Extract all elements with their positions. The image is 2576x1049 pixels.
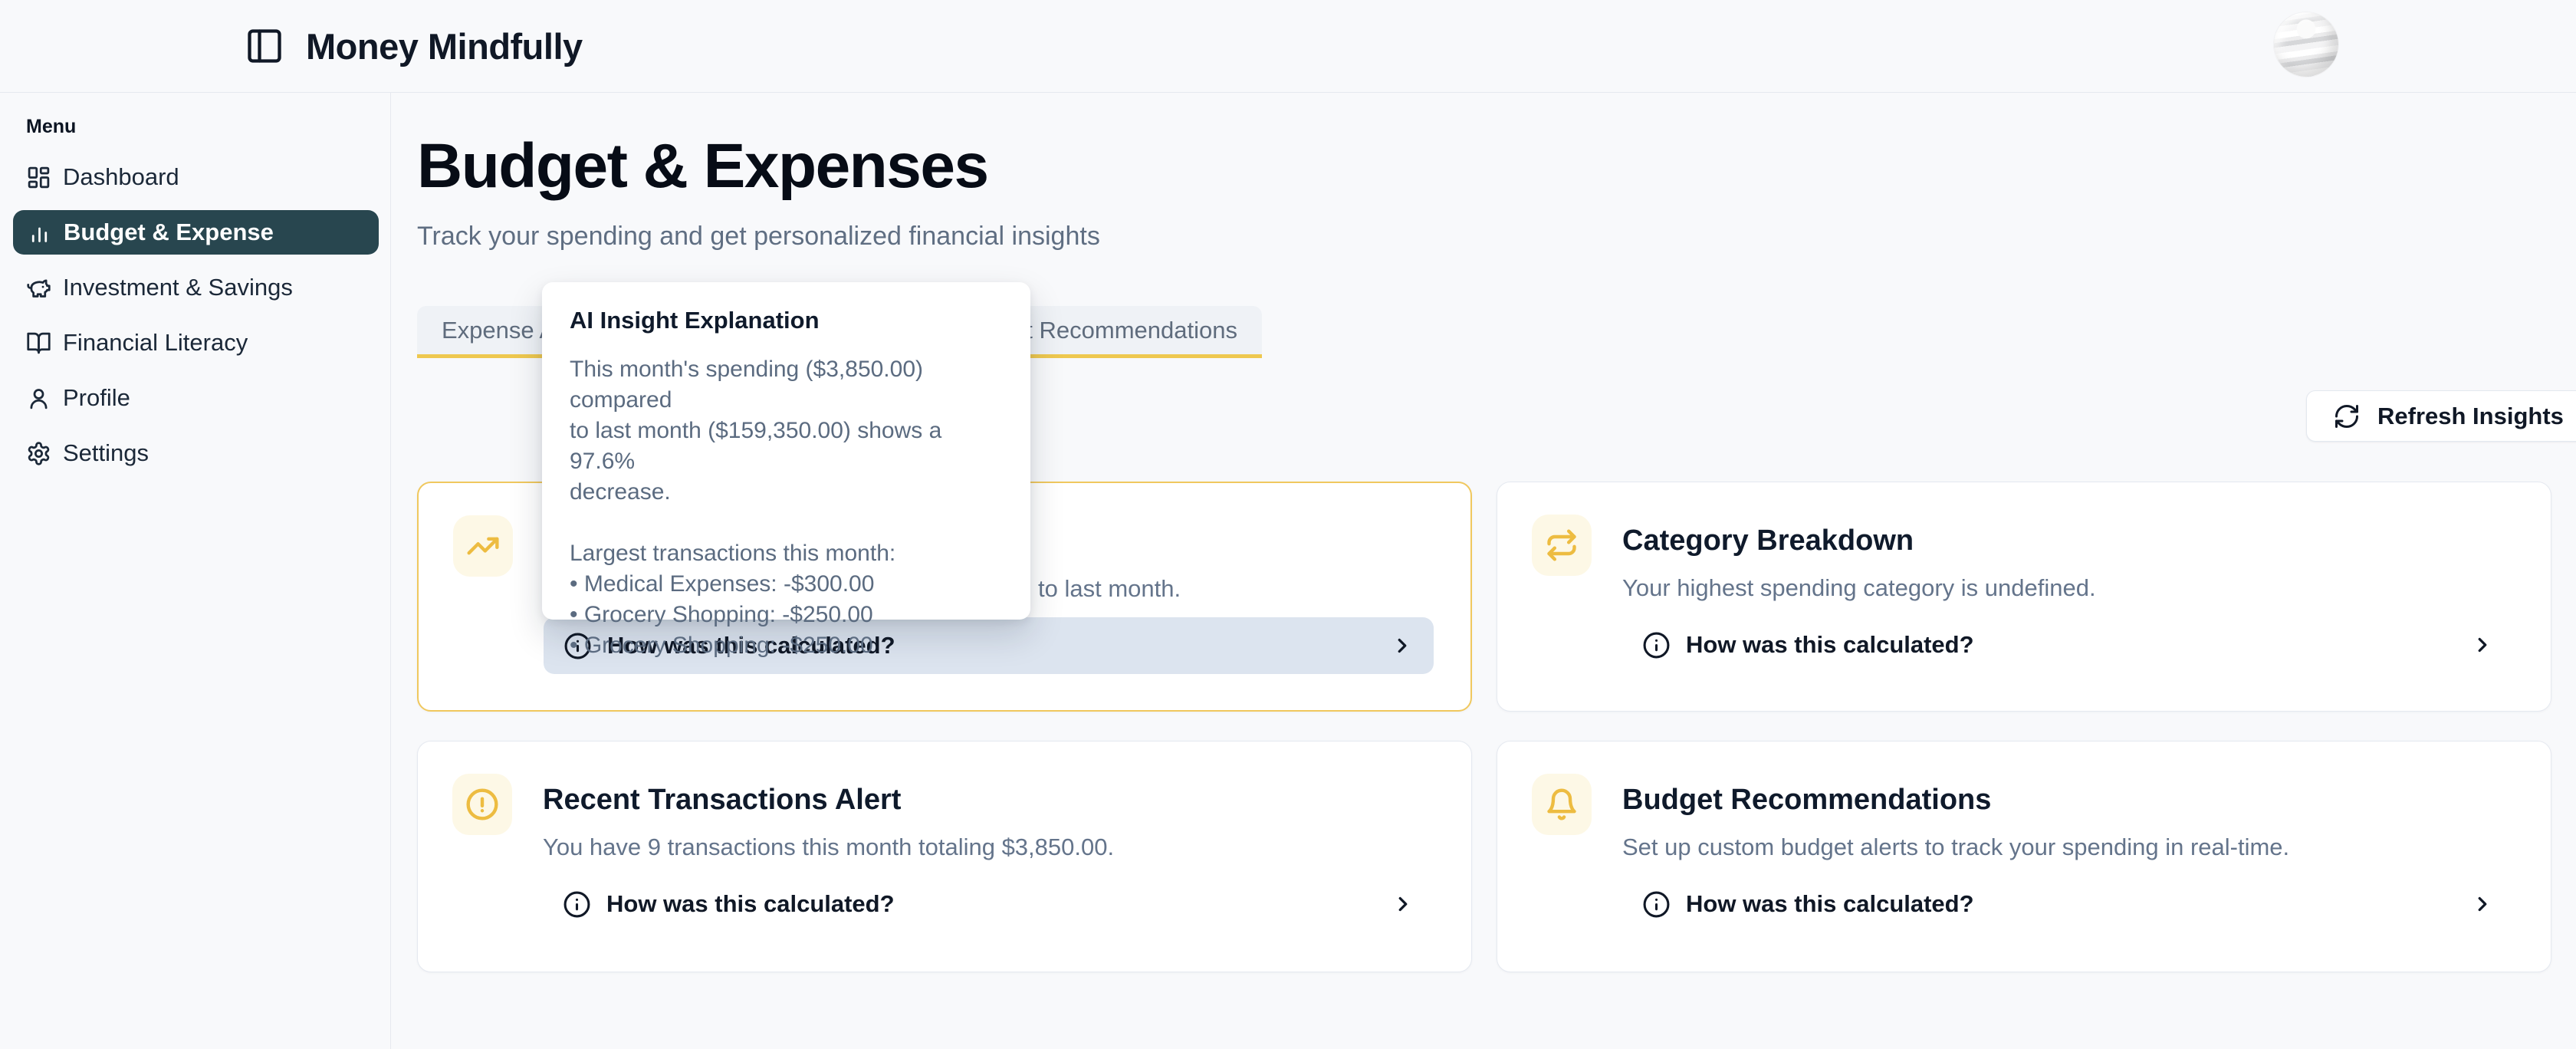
card-description: Set up custom budget alerts to track you… [1622, 834, 2514, 861]
card-body: Category Breakdown Your highest spending… [1622, 515, 2514, 711]
chevron-right-icon [2471, 633, 2494, 656]
info-icon [1642, 890, 1671, 919]
popover-list-item: • Grocery Shopping: -$250.00 [570, 600, 1003, 630]
sidebar-item-financial-literacy[interactable]: Financial Literacy [0, 315, 390, 370]
sidebar-item-profile[interactable]: Profile [0, 370, 390, 426]
how-calculated-row[interactable]: How was this calculated? [1622, 617, 2514, 673]
sidebar-item-label: Budget & Expense [64, 219, 274, 246]
chevron-right-icon [1391, 634, 1414, 657]
app-header: Money Mindfully [0, 0, 2576, 93]
how-calculated-label: How was this calculated? [606, 890, 895, 918]
app-title: Money Mindfully [306, 25, 583, 67]
bell-icon [1532, 774, 1592, 835]
trending-up-icon [453, 515, 513, 577]
ai-insight-popover: AI Insight Explanation This month's spen… [542, 282, 1030, 620]
popover-paragraph-line: This month's spending ($3,850.00) compar… [570, 354, 1003, 416]
popover-list-item: • Grocery Shopping: -$250.00 [570, 630, 1003, 661]
card-budget-recommendations: Budget Recommendations Set up custom bud… [1497, 741, 2551, 972]
info-icon [1642, 631, 1671, 659]
how-calculated-label: How was this calculated? [1686, 631, 1974, 659]
card-body: Recent Transactions Alert You have 9 tra… [543, 774, 1434, 972]
sidebar-nav: Dashboard Budget & Expense Investment & … [0, 150, 390, 481]
layout-dashboard-icon [26, 165, 51, 190]
sidebar-section-label: Menu [26, 116, 390, 138]
book-open-icon [26, 330, 51, 356]
panel-left-icon [245, 26, 284, 66]
sidebar-item-dashboard[interactable]: Dashboard [0, 150, 390, 205]
piggy-bank-icon [26, 275, 51, 301]
card-body: Budget Recommendations Set up custom bud… [1622, 774, 2514, 972]
sidebar-item-label: Profile [63, 384, 130, 412]
sidebar-item-label: Settings [63, 439, 149, 467]
sidebar-item-label: Financial Literacy [63, 329, 248, 357]
card-title: Budget Recommendations [1622, 784, 2514, 817]
popover-paragraph-line: decrease. [570, 477, 1003, 508]
refresh-insights-label: Refresh Insights [2377, 403, 2564, 430]
popover-transactions-list: Largest transactions this month: • Medic… [570, 538, 1003, 661]
sidebar-item-budget-expense[interactable]: Budget & Expense [13, 210, 379, 255]
popover-title: AI Insight Explanation [570, 307, 1003, 334]
popover-paragraph: This month's spending ($3,850.00) compar… [570, 354, 1003, 508]
chevron-right-icon [1392, 893, 1414, 916]
bar-chart-icon [27, 220, 52, 245]
card-category-breakdown: Category Breakdown Your highest spending… [1497, 482, 2551, 712]
card-recent-transactions-alert: Recent Transactions Alert You have 9 tra… [417, 741, 1472, 972]
page-subtitle: Track your spending and get personalized… [417, 222, 1100, 252]
gear-icon [26, 441, 51, 466]
sidebar-item-label: Investment & Savings [63, 274, 293, 301]
card-title: Category Breakdown [1622, 524, 2514, 558]
how-calculated-row[interactable]: How was this calculated? [543, 876, 1434, 932]
how-calculated-label: How was this calculated? [1686, 890, 1974, 918]
sidebar: Menu Dashboard Budget & Expense [0, 93, 391, 1049]
user-icon [26, 386, 51, 411]
popover-list-intro: Largest transactions this month: [570, 538, 1003, 569]
popover-list-item: • Medical Expenses: -$300.00 [570, 569, 1003, 600]
repeat-icon [1532, 515, 1592, 576]
how-calculated-row[interactable]: How was this calculated? [1622, 876, 2514, 932]
sidebar-item-settings[interactable]: Settings [0, 426, 390, 481]
chevron-right-icon [2471, 893, 2494, 916]
card-description: You have 9 transactions this month total… [543, 834, 1434, 861]
sidebar-item-label: Dashboard [63, 163, 179, 191]
info-icon [563, 890, 591, 919]
card-description: Your highest spending category is undefi… [1622, 574, 2514, 602]
avatar[interactable] [2274, 12, 2338, 77]
sidebar-item-investment-savings[interactable]: Investment & Savings [0, 260, 390, 315]
page-title: Budget & Expenses [417, 130, 988, 202]
popover-paragraph-line: to last month ($159,350.00) shows a 97.6… [570, 416, 1003, 477]
alert-circle-icon [452, 774, 512, 835]
card-title: Recent Transactions Alert [543, 784, 1434, 817]
refresh-icon [2333, 403, 2361, 430]
refresh-insights-button[interactable]: Refresh Insights [2306, 390, 2576, 442]
sidebar-toggle-button[interactable] [245, 26, 284, 66]
